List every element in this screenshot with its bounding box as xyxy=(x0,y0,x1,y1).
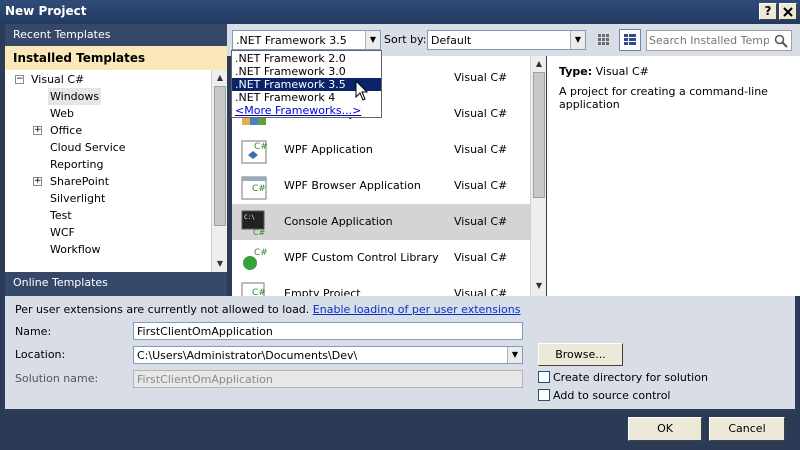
template-detail-pane: Type: Visual C# A project for creating a… xyxy=(547,56,800,296)
scrollbar-thumb[interactable] xyxy=(533,72,545,198)
medium-icons-view-button[interactable] xyxy=(619,29,641,51)
template-row[interactable]: C# Empty Project Visual C# xyxy=(232,276,530,296)
tree-item-cloud-service[interactable]: Cloud Service xyxy=(5,139,211,156)
console-application-icon: C:\ C# xyxy=(241,210,266,237)
scroll-down-icon[interactable]: ▼ xyxy=(214,258,226,270)
chevron-down-icon[interactable]: ▼ xyxy=(570,31,585,49)
title-bar[interactable]: New Project ? xyxy=(0,0,800,24)
scroll-down-icon[interactable]: ▼ xyxy=(533,280,545,292)
tree-item-wcf[interactable]: WCF xyxy=(5,224,211,241)
small-icons-view-button[interactable] xyxy=(594,30,614,50)
scroll-up-icon[interactable]: ▲ xyxy=(533,58,545,70)
expand-icon[interactable]: + xyxy=(33,177,42,186)
wpf-application-icon: C# xyxy=(241,140,268,164)
template-description: A project for creating a command-line ap… xyxy=(559,85,768,111)
location-label: Location: xyxy=(15,348,66,361)
search-installed-templates[interactable] xyxy=(646,30,792,51)
browse-button[interactable]: Browse... xyxy=(538,343,623,366)
template-list-scrollbar[interactable]: ▲ ▼ xyxy=(530,56,546,296)
tree-item-test[interactable]: Test xyxy=(5,207,211,224)
installed-templates-header[interactable]: Installed Templates xyxy=(5,46,227,70)
solution-name-label: Solution name: xyxy=(15,372,99,385)
checkbox-box[interactable] xyxy=(538,389,550,401)
svg-text:C#: C# xyxy=(254,248,268,258)
tree-scrollbar[interactable]: ▲ ▼ xyxy=(211,70,227,272)
template-row[interactable]: C# WPF Browser Application Visual C# xyxy=(232,168,530,204)
tree-item-reporting[interactable]: Reporting xyxy=(5,156,211,173)
location-combo[interactable]: C:\Users\Administrator\Documents\Dev\ ▼ xyxy=(133,346,523,364)
type-value: Visual C# xyxy=(595,65,649,78)
empty-project-icon: C# xyxy=(241,282,266,296)
small-icons-view-icon xyxy=(598,34,609,45)
recent-templates-header[interactable]: Recent Templates xyxy=(5,24,227,46)
type-label: Type: xyxy=(559,65,593,78)
enable-extensions-link[interactable]: Enable loading of per user extensions xyxy=(313,303,521,316)
tree-item-web[interactable]: Web xyxy=(5,105,211,122)
mouse-pointer-icon xyxy=(355,80,369,101)
checkbox-box[interactable] xyxy=(538,371,550,383)
search-input[interactable] xyxy=(649,33,769,48)
svg-text:C#: C# xyxy=(252,288,266,296)
help-button[interactable]: ? xyxy=(759,3,777,20)
dialog-footer: OK Cancel xyxy=(0,409,800,450)
svg-text:C#: C# xyxy=(253,228,266,237)
svg-text:C:\: C:\ xyxy=(244,214,255,221)
tree-item-office[interactable]: + Office xyxy=(5,122,211,139)
tree-item-workflow[interactable]: Workflow xyxy=(5,241,211,258)
medium-icons-view-icon xyxy=(624,34,636,45)
name-label: Name: xyxy=(15,325,52,338)
scroll-up-icon[interactable]: ▲ xyxy=(214,72,226,84)
wpf-custom-control-icon: C# xyxy=(243,248,268,270)
framework-option[interactable]: .NET Framework 3.0 xyxy=(232,65,381,78)
project-name-input[interactable]: FirstClientOmApplication xyxy=(133,322,523,340)
online-templates-header[interactable]: Online Templates xyxy=(5,272,227,296)
template-row-selected[interactable]: C:\ C# Console Application Visual C# xyxy=(232,204,530,240)
close-button[interactable] xyxy=(779,3,797,20)
template-tree: − Visual C# Windows Web + Office Cloud S… xyxy=(5,70,211,272)
wpf-browser-app-icon: C# xyxy=(241,176,267,200)
close-icon xyxy=(783,7,793,17)
scrollbar-thumb[interactable] xyxy=(214,86,226,226)
expand-icon[interactable]: + xyxy=(33,126,42,135)
tree-item-silverlight[interactable]: Silverlight xyxy=(5,190,211,207)
tree-item-sharepoint[interactable]: + SharePoint xyxy=(5,173,211,190)
template-row[interactable]: C# WPF Custom Control Library Visual C# xyxy=(232,240,530,276)
solution-name-input: FirstClientOmApplication xyxy=(133,370,523,388)
ok-button[interactable]: OK xyxy=(628,417,702,441)
sort-by-label: Sort by: xyxy=(384,33,427,46)
chevron-down-icon[interactable]: ▼ xyxy=(507,347,522,363)
more-frameworks-link[interactable]: <More Frameworks...> xyxy=(232,104,381,117)
svg-text:C#: C# xyxy=(252,184,266,194)
new-project-dialog: New Project ? Recent Templates Installed… xyxy=(0,0,800,450)
tree-item-windows[interactable]: Windows xyxy=(5,88,211,105)
window-title: New Project xyxy=(5,4,87,18)
project-settings-panel: Per user extensions are currently not al… xyxy=(5,296,795,409)
cancel-button[interactable]: Cancel xyxy=(709,417,785,441)
chevron-down-icon[interactable]: ▼ xyxy=(365,31,380,49)
framework-option[interactable]: .NET Framework 2.0 xyxy=(232,52,381,65)
collapse-icon[interactable]: − xyxy=(15,75,24,84)
create-directory-checkbox[interactable]: Create directory for solution xyxy=(538,371,708,384)
svg-text:C#: C# xyxy=(254,142,268,152)
template-categories-pane: Recent Templates Installed Templates − V… xyxy=(5,24,227,296)
template-row[interactable]: C# WPF Application Visual C# xyxy=(232,132,530,168)
add-to-source-control-checkbox[interactable]: Add to source control xyxy=(538,389,671,402)
template-type: Type: Visual C# xyxy=(559,65,649,78)
extensions-message: Per user extensions are currently not al… xyxy=(15,303,521,316)
framework-select[interactable]: .NET Framework 3.5 ▼ xyxy=(232,30,381,50)
sort-select[interactable]: Default ▼ xyxy=(427,30,586,50)
search-icon[interactable] xyxy=(774,34,788,48)
tree-item-visual-csharp[interactable]: − Visual C# xyxy=(5,71,211,88)
